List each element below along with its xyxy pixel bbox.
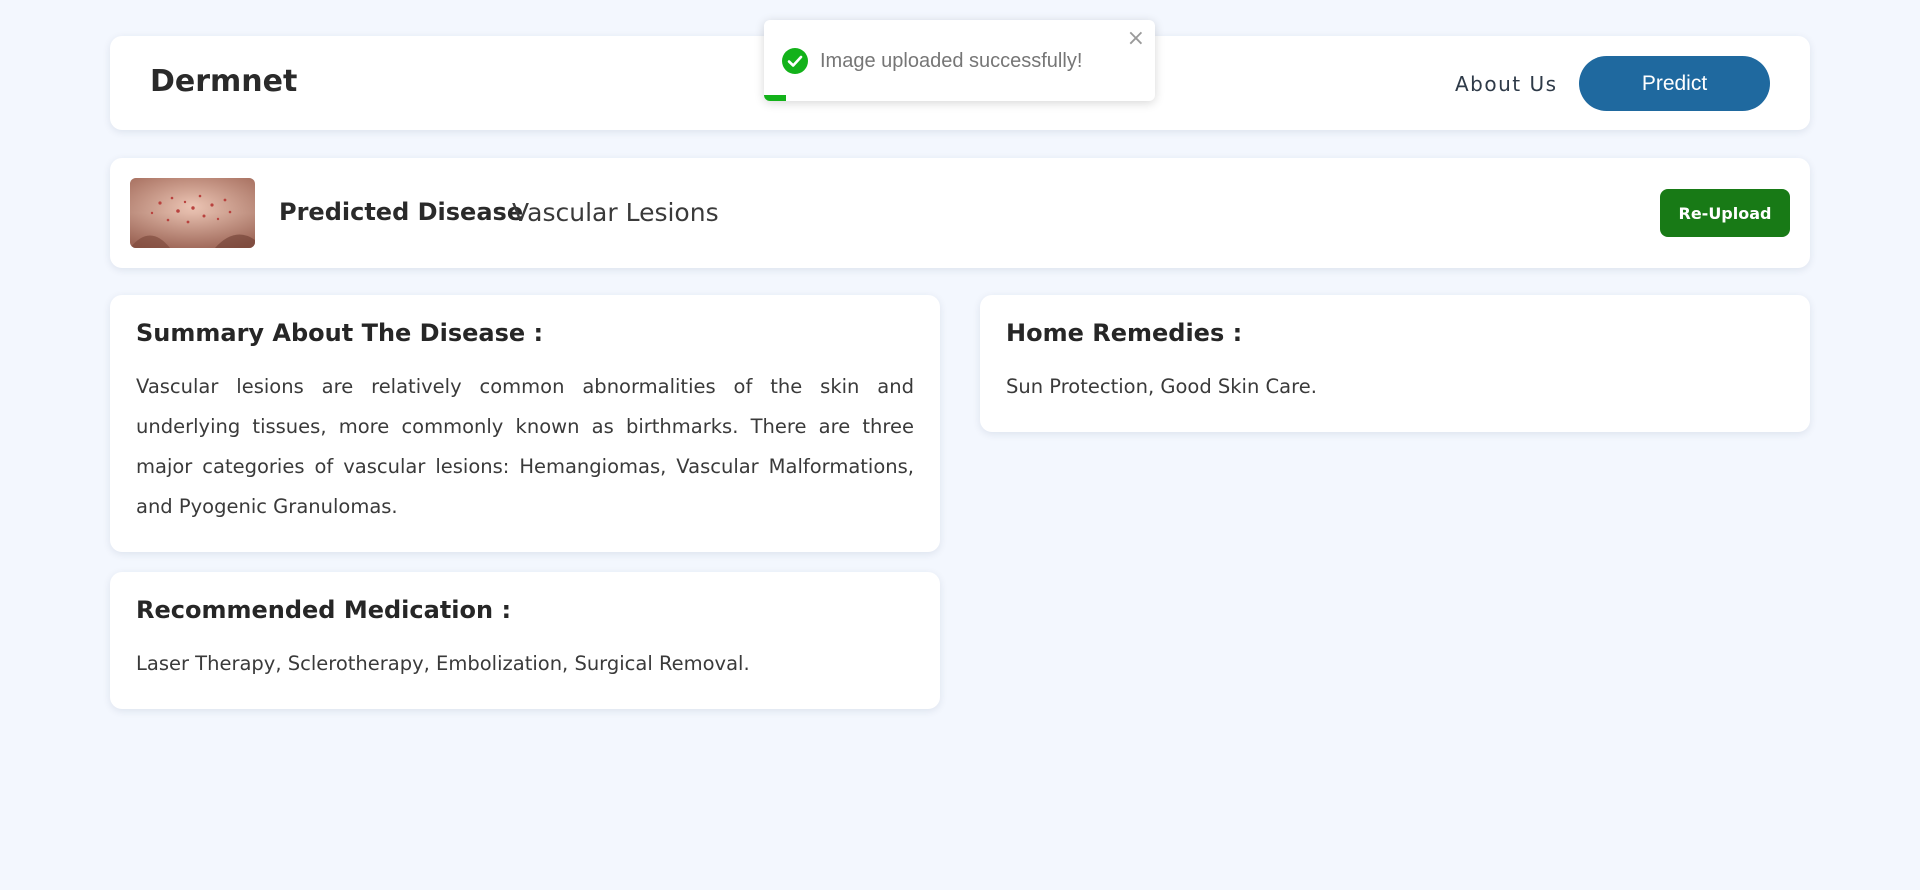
medication-card: Recommended Medication : Laser Therapy, … xyxy=(110,572,940,709)
summary-text: Vascular lesions are relatively common a… xyxy=(136,375,914,518)
close-icon[interactable]: × xyxy=(1127,28,1145,50)
predict-button[interactable]: Predict xyxy=(1579,56,1770,111)
upload-success-toast[interactable]: Image uploaded successfully! × xyxy=(764,20,1155,101)
brand-logo[interactable]: Dermnet xyxy=(150,64,297,99)
toast-message: Image uploaded successfully! xyxy=(820,50,1083,72)
summary-card: Summary About The Disease : Vascular les… xyxy=(110,295,940,552)
summary-heading: Summary About The Disease : xyxy=(136,319,544,347)
home-remedies-heading: Home Remedies : xyxy=(1006,319,1243,347)
toast-progress-bar xyxy=(764,95,786,101)
about-us-link[interactable]: About Us xyxy=(1455,72,1558,96)
home-remedies-text: Sun Protection, Good Skin Care. xyxy=(1006,375,1317,398)
prediction-bar: Predicted Disease Vascular Lesions Re-Up… xyxy=(110,158,1810,268)
check-circle-icon xyxy=(782,48,808,74)
predicted-disease-label: Predicted Disease xyxy=(279,198,524,226)
medication-heading: Recommended Medication : xyxy=(136,596,512,624)
home-remedies-card: Home Remedies : Sun Protection, Good Ski… xyxy=(980,295,1810,432)
medication-text: Laser Therapy, Sclerotherapy, Embolizati… xyxy=(136,652,750,675)
predicted-disease-value: Vascular Lesions xyxy=(512,198,719,227)
re-upload-button[interactable]: Re-Upload xyxy=(1660,189,1790,237)
uploaded-skin-image xyxy=(130,178,255,248)
